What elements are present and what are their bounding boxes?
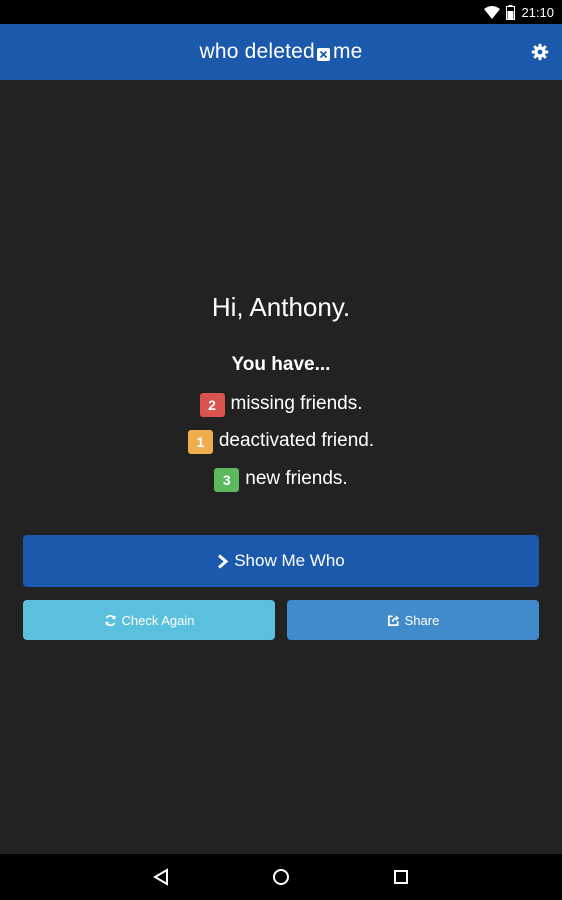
main-content: Hi, Anthony. You have... 2 missing frien… [0, 80, 562, 854]
logo-text-right: me [332, 40, 363, 63]
share-label: Share [404, 612, 440, 628]
gear-icon [531, 43, 549, 61]
you-have-heading: You have... [231, 354, 331, 375]
battery-icon [506, 4, 516, 20]
chevron-right-icon [217, 553, 229, 569]
recents-square-icon [393, 869, 409, 885]
share-icon [387, 614, 400, 627]
home-button[interactable] [268, 864, 294, 890]
wifi-icon [484, 5, 501, 19]
missing-friends-row: 2 missing friends. [0, 391, 562, 417]
back-button[interactable] [148, 864, 174, 890]
new-friends-label: new friends. [245, 468, 348, 489]
app-bar: who deleted me [0, 24, 562, 80]
new-count-badge: 3 [214, 468, 240, 492]
deactivated-count-badge: 1 [187, 430, 213, 454]
show-me-who-button[interactable]: Show Me Who [23, 535, 539, 587]
delete-x-icon [316, 47, 330, 61]
recents-button[interactable] [388, 864, 414, 890]
back-triangle-icon [153, 868, 169, 886]
app-logo: who deleted me [199, 40, 362, 64]
check-again-button[interactable]: Check Again [23, 600, 275, 640]
refresh-icon [104, 614, 117, 627]
missing-count-badge: 2 [199, 393, 225, 417]
greeting-text: Hi, Anthony. [211, 292, 351, 322]
status-bar: 21:10 [0, 0, 562, 24]
navigation-bar [0, 854, 562, 900]
share-button[interactable]: Share [287, 600, 539, 640]
deactivated-friend-row: 1 deactivated friend. [0, 428, 562, 454]
show-me-who-label: Show Me Who [234, 551, 345, 570]
home-circle-icon [272, 868, 290, 886]
logo-text-left: who deleted [199, 40, 315, 63]
status-time: 21:10 [521, 4, 554, 20]
settings-button[interactable] [528, 40, 552, 64]
deactivated-friend-label: deactivated friend. [218, 430, 375, 451]
missing-friends-label: missing friends. [230, 393, 363, 414]
new-friends-row: 3 new friends. [0, 466, 562, 492]
check-again-label: Check Again [121, 612, 195, 628]
